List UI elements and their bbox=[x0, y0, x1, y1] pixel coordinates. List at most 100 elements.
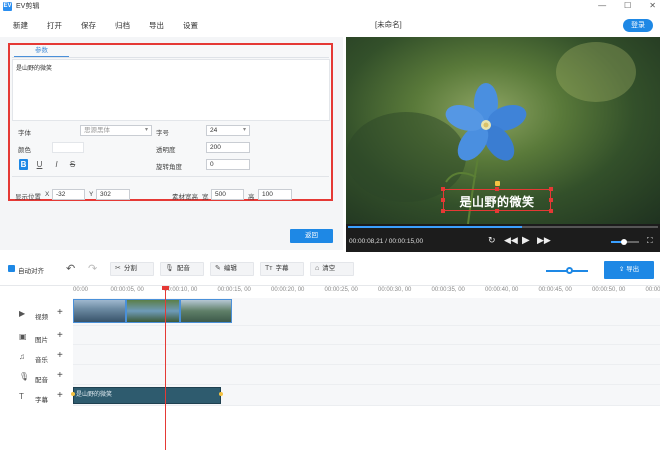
italic-button[interactable]: I bbox=[52, 159, 61, 170]
ruler-tick-label: 00:00:55, 00 bbox=[645, 287, 660, 293]
strikethrough-button[interactable]: S bbox=[68, 159, 77, 170]
add-music-button[interactable]: + bbox=[57, 350, 63, 361]
track-header-music: ♫ 音乐 + bbox=[0, 347, 73, 367]
timeline: 00:00 00:00:05, 00 00:00:10, 00 00:00:15, 0… bbox=[0, 285, 660, 450]
progress-bar[interactable] bbox=[348, 226, 658, 228]
ruler-tick-label: 00:00 bbox=[73, 287, 89, 293]
track-name-image: 图片 bbox=[35, 337, 48, 344]
size-label: 字号 bbox=[156, 130, 169, 137]
opacity-label: 透明度 bbox=[156, 147, 176, 154]
material-size-label: 素材宽高 bbox=[172, 194, 198, 201]
dub-button[interactable]: 🎙 配音 bbox=[160, 262, 204, 276]
size-select[interactable]: 24 ▾ bbox=[206, 125, 250, 136]
zoom-slider[interactable] bbox=[546, 267, 588, 274]
video-clip[interactable] bbox=[73, 299, 126, 323]
image-track[interactable] bbox=[73, 326, 660, 345]
dub-label: 配音 bbox=[176, 265, 190, 272]
track-header-video: ▶ 视频 + bbox=[0, 304, 73, 324]
opacity-input[interactable]: 200 bbox=[206, 142, 250, 153]
menu-export[interactable]: 导出 bbox=[149, 20, 164, 31]
ruler-tick-label: 00:00:30, 00 bbox=[378, 287, 412, 293]
subtitle-selection-box[interactable]: 是山野的微笑 bbox=[441, 181, 553, 213]
x-input[interactable]: -32 bbox=[52, 189, 85, 200]
underline-button[interactable]: U bbox=[35, 159, 44, 170]
video-preview: 是山野的微笑 00:00:08,21 / 00:00:15,00 ↻ ◀◀ ▶ … bbox=[346, 37, 660, 252]
maximize-button[interactable]: ☐ bbox=[624, 0, 631, 12]
font-select[interactable]: 思源黑体 ▾ bbox=[80, 125, 152, 136]
menu-open[interactable]: 打开 bbox=[47, 20, 62, 31]
resize-handle[interactable] bbox=[495, 187, 499, 191]
subtitle-clip[interactable]: 是山野的微笑 bbox=[73, 387, 221, 404]
split-button[interactable]: ✂ 分割 bbox=[110, 262, 154, 276]
menu-bar: 新建 打开 保存 归档 导出 设置 [未命名] 登录 bbox=[0, 14, 660, 36]
add-subtitle-button[interactable]: + bbox=[57, 390, 63, 401]
fast-forward-icon[interactable]: ▶▶ bbox=[537, 235, 551, 246]
color-picker[interactable] bbox=[52, 142, 84, 153]
minimize-button[interactable]: — bbox=[598, 0, 606, 12]
add-image-button[interactable]: + bbox=[57, 330, 63, 341]
clip-trim-handle[interactable] bbox=[219, 392, 223, 396]
clip-trim-handle[interactable] bbox=[71, 392, 75, 396]
microphone-icon: 🎙 bbox=[165, 265, 174, 272]
ruler-tick-label: 00:00:45, 00 bbox=[538, 287, 572, 293]
width-label: 宽 bbox=[202, 194, 209, 201]
split-label: 分割 bbox=[123, 265, 137, 272]
scissors-icon: ✂ bbox=[115, 265, 121, 272]
undo-icon[interactable]: ↶ bbox=[66, 262, 75, 275]
export-button[interactable]: ⇪ 导出 bbox=[604, 261, 654, 279]
microphone-icon: 🎙 bbox=[19, 372, 30, 381]
y-input[interactable]: 302 bbox=[96, 189, 130, 200]
height-input[interactable]: 100 bbox=[258, 189, 292, 200]
rotate-input[interactable]: 0 bbox=[206, 159, 250, 170]
ruler-tick-label: 00:00:20, 00 bbox=[271, 287, 305, 293]
bold-button[interactable]: B bbox=[19, 159, 28, 170]
rotate-handle[interactable] bbox=[495, 181, 500, 186]
redo-icon[interactable]: ↷ bbox=[88, 262, 97, 275]
volume-knob[interactable] bbox=[620, 239, 627, 245]
window-controls: — ☐ ✕ bbox=[598, 0, 656, 12]
document-title: [未命名] bbox=[375, 20, 402, 29]
subtitle-track[interactable]: 是山野的微笑 bbox=[71, 385, 660, 406]
login-button[interactable]: 登录 bbox=[623, 19, 653, 32]
add-dub-button[interactable]: + bbox=[57, 370, 63, 381]
return-button[interactable]: 返回 bbox=[290, 229, 333, 243]
close-button[interactable]: ✕ bbox=[649, 0, 656, 12]
subtitle-text-input[interactable]: 是山野的微笑 bbox=[12, 59, 330, 121]
tab-divider bbox=[12, 57, 329, 58]
menu-new[interactable]: 新建 bbox=[13, 20, 28, 31]
menu-settings[interactable]: 设置 bbox=[183, 20, 198, 31]
edit-button[interactable]: ✎ 编辑 bbox=[210, 262, 254, 276]
add-video-button[interactable]: + bbox=[57, 307, 63, 318]
video-clip[interactable] bbox=[126, 299, 180, 323]
playhead-line[interactable] bbox=[165, 289, 166, 450]
video-clip[interactable] bbox=[180, 299, 232, 323]
music-track[interactable] bbox=[73, 345, 660, 365]
auto-align-checkbox[interactable] bbox=[8, 265, 15, 272]
volume-slider[interactable] bbox=[611, 239, 639, 245]
edit-toolbar: 自动对齐 ↶ ↷ ✂ 分割 🎙 配音 ✎ 编辑 Tт 字幕 ⌂ 清空 ⇪ 导出 bbox=[0, 253, 660, 285]
title-bar: EV EV剪辑 — ☐ ✕ bbox=[0, 0, 660, 12]
menu-save[interactable]: 保存 bbox=[81, 20, 96, 31]
clear-icon: ⌂ bbox=[315, 265, 320, 272]
play-icon[interactable]: ▶ bbox=[522, 235, 530, 246]
app-logo: EV bbox=[3, 1, 12, 11]
menu-archive[interactable]: 归档 bbox=[115, 20, 130, 31]
resize-handle[interactable] bbox=[549, 187, 553, 191]
video-canvas: 是山野的微笑 bbox=[346, 37, 660, 224]
edit-label: 编辑 bbox=[223, 265, 237, 272]
zoom-knob[interactable] bbox=[566, 267, 573, 274]
replay-icon[interactable]: ↻ bbox=[488, 235, 496, 246]
resize-handle[interactable] bbox=[441, 187, 445, 191]
caption-label: 字幕 bbox=[275, 265, 289, 272]
text-icon: T bbox=[19, 392, 24, 401]
track-header-image: ▣ 图片 + bbox=[0, 327, 73, 347]
fullscreen-icon[interactable]: ⛶ bbox=[647, 235, 653, 246]
caption-button[interactable]: Tт 字幕 bbox=[260, 262, 304, 276]
width-input[interactable]: 500 bbox=[211, 189, 244, 200]
video-track[interactable] bbox=[73, 298, 660, 326]
rewind-icon[interactable]: ◀◀ bbox=[504, 235, 518, 246]
subtitle-overlay-text: 是山野的微笑 bbox=[459, 195, 535, 209]
tab-parameters[interactable]: 参数 bbox=[14, 45, 69, 57]
dub-track[interactable] bbox=[73, 365, 660, 385]
clear-button[interactable]: ⌂ 清空 bbox=[310, 262, 354, 276]
